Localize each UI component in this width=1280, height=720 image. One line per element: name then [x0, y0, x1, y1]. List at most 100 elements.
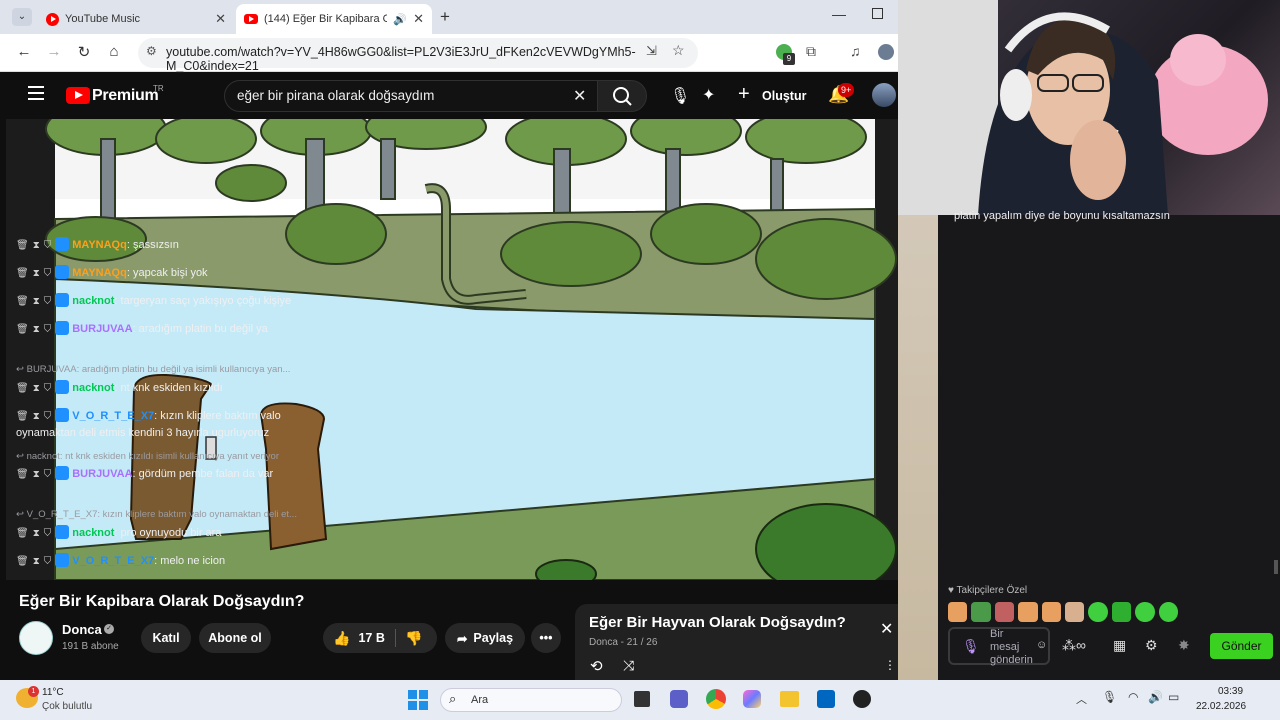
timeout-icon[interactable]: ⧗: [33, 293, 40, 310]
forward-icon[interactable]: →: [44, 43, 64, 60]
timeout-icon[interactable]: ⧗: [33, 237, 40, 254]
copilot-icon[interactable]: [743, 690, 761, 708]
task-view-icon[interactable]: [634, 691, 650, 707]
taskbar-search[interactable]: ⌕ Ara: [440, 688, 622, 712]
thumbs-down-icon[interactable]: 👎: [405, 630, 422, 647]
subscribe-button[interactable]: Abone ol: [199, 623, 271, 653]
ban-shield-icon[interactable]: ⛉: [44, 553, 52, 570]
emote-icon[interactable]: [1041, 602, 1062, 622]
chat-scrollbar[interactable]: [1274, 560, 1278, 574]
delete-icon[interactable]: 🗑: [16, 380, 29, 397]
ban-shield-icon[interactable]: ⛉: [44, 237, 52, 254]
emote-icon[interactable]: [1018, 602, 1038, 622]
youtube-logo-icon[interactable]: [66, 87, 90, 104]
loop-icon[interactable]: ⟲: [590, 657, 603, 675]
chat-username[interactable]: nacknot: [72, 527, 114, 539]
timeout-icon[interactable]: ⧗: [33, 408, 40, 425]
bits-icon[interactable]: ⁂∞: [1062, 637, 1086, 654]
store-app-icon[interactable]: [817, 690, 835, 708]
extensions-puzzle-icon[interactable]: ⧉: [806, 43, 816, 60]
bookmark-star-icon[interactable]: ☆: [672, 42, 685, 59]
send-button[interactable]: Gönder: [1210, 633, 1273, 659]
timeout-icon[interactable]: ⧗: [33, 466, 40, 483]
extension-icon[interactable]: 9: [776, 44, 795, 65]
emote-icon[interactable]: [971, 602, 991, 622]
chat-reply-context[interactable]: ↩ V_O_R_T_E_X7: kızın kliplere baktım va…: [16, 509, 332, 520]
clock-time[interactable]: 03:39: [1218, 686, 1243, 697]
media-controls-icon[interactable]: ♫: [850, 43, 861, 59]
ban-shield-icon[interactable]: ⛉: [44, 321, 52, 338]
channel-name[interactable]: Donca: [62, 622, 102, 637]
chat-username[interactable]: nacknot: [72, 295, 114, 307]
chat-reply-context[interactable]: ↩ nacknot: nt knk eskiden kızıldı isimli…: [16, 451, 332, 462]
chat-username[interactable]: BURJUVAA: [72, 468, 132, 480]
minimize-button[interactable]: —: [832, 6, 846, 22]
share-button[interactable]: ➦ Paylaş: [445, 623, 525, 653]
delete-icon[interactable]: 🗑: [16, 293, 29, 310]
delete-icon[interactable]: 🗑: [16, 466, 29, 483]
ban-shield-icon[interactable]: ⛉: [44, 525, 52, 542]
delete-icon[interactable]: 🗑: [16, 265, 29, 282]
youtube-brand[interactable]: Premium: [92, 87, 159, 105]
emote-icon[interactable]: [994, 602, 1015, 622]
clock-date[interactable]: 22.02.2026: [1196, 701, 1246, 712]
chat-username[interactable]: BURJUVAA: [72, 323, 132, 335]
game-controller-icon[interactable]: ✦: [702, 85, 715, 105]
like-count[interactable]: 17 B: [358, 631, 384, 645]
account-avatar[interactable]: [872, 83, 896, 107]
delete-icon[interactable]: 🗑: [16, 553, 29, 570]
gift-icon[interactable]: ✸: [1178, 637, 1190, 654]
maximize-button[interactable]: [872, 8, 883, 19]
ban-shield-icon[interactable]: ⛉: [44, 293, 52, 310]
wifi-icon[interactable]: ◠: [1128, 690, 1138, 704]
ban-shield-icon[interactable]: ⛉: [44, 380, 52, 397]
microphone-icon[interactable]: 🎙: [962, 638, 980, 655]
tab-youtube-music[interactable]: YouTube Music ✕: [38, 4, 234, 34]
chat-username[interactable]: MAYNAQq: [72, 267, 127, 279]
more-actions-button[interactable]: •••: [531, 623, 561, 653]
emote-icon[interactable]: [1111, 602, 1132, 622]
timeout-icon[interactable]: ⧗: [33, 380, 40, 397]
clear-search-icon[interactable]: ✕: [573, 86, 586, 106]
delete-icon[interactable]: 🗑: [16, 237, 29, 254]
close-playlist-icon[interactable]: ✕: [880, 619, 893, 639]
join-button[interactable]: Katıl: [141, 623, 191, 653]
create-button[interactable]: Oluştur: [762, 89, 806, 103]
chrome-icon[interactable]: [706, 689, 726, 709]
tab-list-button[interactable]: ⌄: [12, 8, 32, 26]
ban-shield-icon[interactable]: ⛉: [44, 265, 52, 282]
ban-shield-icon[interactable]: ⛉: [44, 408, 52, 425]
file-explorer-icon[interactable]: [780, 691, 799, 707]
chat-reply-context[interactable]: ↩ BURJUVAA: aradığım platin bu değil ya …: [16, 364, 332, 375]
timeout-icon[interactable]: ⧗: [33, 321, 40, 338]
speaker-icon[interactable]: 🔊: [393, 13, 407, 26]
ban-shield-icon[interactable]: ⛉: [44, 466, 52, 483]
battery-icon[interactable]: ▭: [1168, 690, 1179, 704]
voice-search-icon[interactable]: 🎙: [670, 86, 690, 106]
thumbs-up-icon[interactable]: 👍: [333, 630, 350, 647]
playlist-menu-icon[interactable]: ⋮: [884, 658, 896, 672]
app-icon[interactable]: [853, 690, 871, 708]
emoji-icon[interactable]: ☺: [1036, 639, 1047, 651]
store-icon[interactable]: ▦: [1113, 637, 1126, 654]
emote-icon[interactable]: [948, 602, 968, 622]
tab-active-video[interactable]: (144) Eğer Bir Kapibara Ola 🔊 ✕: [236, 4, 432, 34]
shuffle-icon[interactable]: ⤨: [623, 657, 634, 674]
chat-username[interactable]: V_O_R_T_E_X7: [72, 410, 154, 422]
install-icon[interactable]: ⇲: [646, 43, 657, 59]
reload-icon[interactable]: ↻: [74, 43, 94, 61]
emote-icon[interactable]: [1065, 602, 1085, 622]
channel-avatar[interactable]: [19, 621, 53, 655]
chat-username[interactable]: MAYNAQq: [72, 239, 127, 251]
settings-gear-icon[interactable]: ⚙: [1145, 637, 1158, 654]
new-tab-button[interactable]: +: [440, 7, 450, 27]
tab-close-icon[interactable]: ✕: [413, 11, 424, 27]
delete-icon[interactable]: 🗑: [16, 525, 29, 542]
emote-icon[interactable]: [1088, 602, 1108, 622]
delete-icon[interactable]: 🗑: [16, 408, 29, 425]
chat-input[interactable]: 🎙 Bir mesaj gönderin ☺: [948, 627, 1050, 666]
profile-avatar[interactable]: [878, 44, 894, 60]
volume-icon[interactable]: 🔊: [1148, 690, 1163, 704]
search-input[interactable]: eğer bir pirana olarak doğsaydım ✕: [224, 80, 598, 112]
timeout-icon[interactable]: ⧗: [33, 525, 40, 542]
